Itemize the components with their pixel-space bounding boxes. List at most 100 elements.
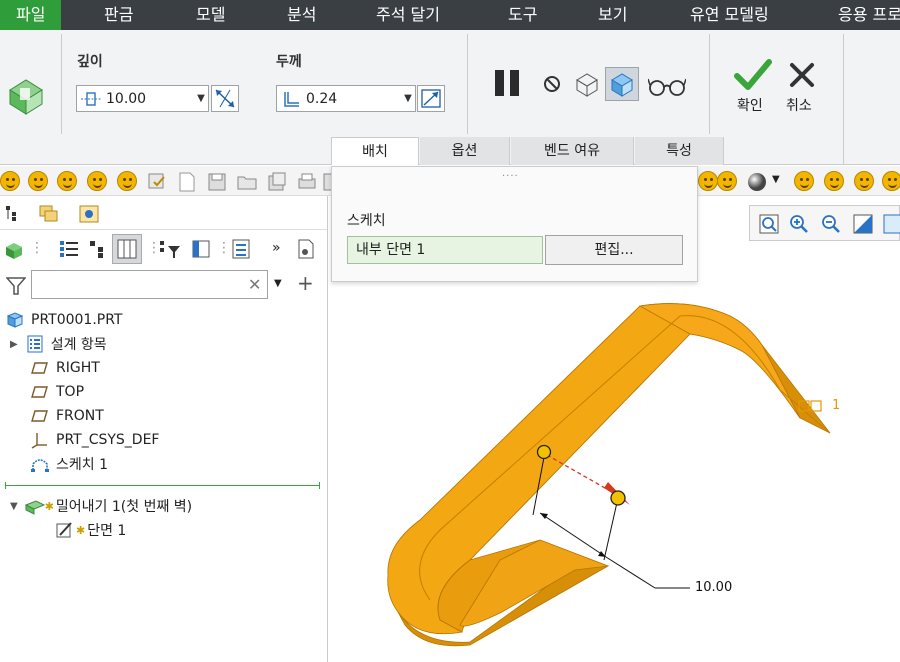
smiley-icon[interactable] (882, 171, 900, 191)
separator-grip: ⋮ (217, 240, 231, 256)
tree-item-part[interactable]: PRT0001.PRT (6, 309, 123, 331)
tree-item-right[interactable]: RIGHT (31, 357, 100, 379)
smiley-icon[interactable] (698, 171, 718, 191)
part-cube-icon[interactable] (4, 240, 24, 260)
add-filter-icon[interactable]: + (297, 271, 314, 295)
smiley-icon[interactable] (717, 171, 737, 191)
menu-flexible-modeling[interactable]: 유연 모델링 (690, 0, 769, 30)
menu-view[interactable]: 보기 (598, 0, 627, 30)
chevron-down-icon[interactable]: ▼ (274, 278, 282, 289)
thickness-label: 두께 (276, 54, 302, 70)
tree-expand-icon[interactable] (88, 238, 106, 260)
smiley-icon[interactable] (854, 171, 874, 191)
tree-item-label: PRT_CSYS_DEF (56, 432, 160, 448)
show-button[interactable] (112, 234, 142, 264)
verify-mode-button[interactable] (605, 67, 639, 101)
tree-list-icon[interactable] (58, 238, 80, 260)
overflow-chevron-icon[interactable]: » (272, 240, 281, 256)
depth-drag-handle[interactable] (610, 490, 626, 506)
thickness-combo[interactable]: 0.24 ▼ (276, 85, 416, 112)
panel-grip[interactable]: ···· (502, 171, 519, 182)
chevron-down-icon[interactable]: ▼ (772, 174, 780, 185)
tree-item-top[interactable]: TOP (31, 381, 84, 403)
drag-handle[interactable] (536, 444, 552, 460)
menu-applications[interactable]: 응용 프로 (838, 0, 900, 30)
menu-model[interactable]: 모델 (196, 0, 225, 30)
tree-item-extrude[interactable]: ▼ ✱ 밀어내기 1(첫 번째 벽) (10, 495, 192, 517)
menu-sheetmetal[interactable]: 판금 (104, 0, 133, 30)
depth-combo[interactable]: 10.00 ▼ (76, 85, 209, 112)
zoom-in-icon[interactable] (788, 213, 810, 235)
smiley-icon[interactable] (794, 171, 814, 191)
tree-item-section[interactable]: ✱ 단면 1 (55, 519, 126, 541)
ok-button-label[interactable]: 확인 (737, 95, 763, 115)
document-settings-icon[interactable] (296, 238, 316, 260)
tree-item-design-items[interactable]: ▶ 설계 항목 (10, 333, 107, 355)
tab-placement[interactable]: 배치 (331, 137, 419, 165)
filter-icon[interactable] (6, 276, 26, 296)
glasses-preview-icon[interactable] (648, 75, 686, 97)
tree-item-label: 단면 1 (87, 523, 127, 539)
save-icon[interactable] (206, 171, 228, 193)
expand-arrow-icon[interactable]: ▶ (10, 339, 18, 350)
tree-item-label: 설계 항목 (50, 337, 107, 353)
section-icon (56, 522, 72, 538)
model-tree-tab-icon[interactable] (4, 204, 22, 222)
layer-tab-icon[interactable] (38, 204, 60, 224)
no-preview-icon[interactable] (541, 73, 563, 95)
chevron-down-icon[interactable]: ▼ (194, 93, 208, 104)
tree-columns-icon[interactable] (190, 238, 212, 260)
print-icon[interactable] (296, 171, 318, 193)
smiley-icon[interactable] (57, 171, 77, 191)
cancel-button-label[interactable]: 취소 (786, 95, 812, 115)
tab-bend-allowance[interactable]: 벤드 여유 (511, 137, 634, 165)
design-items-icon (27, 335, 43, 353)
menu-annotate[interactable]: 주석 달기 (376, 0, 440, 30)
edit-sketch-button[interactable]: 편집... (545, 235, 683, 265)
smiley-icon[interactable] (824, 171, 844, 191)
show-columns-icon (117, 239, 137, 259)
thickness-value[interactable]: 0.24 (302, 91, 401, 107)
smiley-icon[interactable] (117, 171, 137, 191)
depth-value[interactable]: 10.00 (102, 91, 194, 107)
clear-icon[interactable]: ✕ (248, 275, 261, 294)
flip-thickness-button[interactable] (417, 85, 445, 112)
repaint-icon[interactable] (852, 213, 874, 235)
smiley-icon[interactable] (87, 171, 107, 191)
save-copy-icon[interactable] (266, 171, 288, 193)
refit-icon[interactable] (758, 213, 780, 235)
regenerate-icon[interactable] (146, 171, 168, 193)
menu-analysis[interactable]: 분석 (287, 0, 316, 30)
smiley-icon[interactable] (28, 171, 48, 191)
tree-search-input[interactable] (31, 270, 268, 299)
flip-thickness-icon (421, 89, 441, 108)
tree-item-front[interactable]: FRONT (31, 405, 104, 427)
tree-filter-icon[interactable] (158, 238, 182, 260)
chevron-down-icon[interactable]: ▼ (401, 93, 415, 104)
open-folder-icon[interactable] (236, 171, 258, 193)
pause-icon[interactable] (492, 68, 524, 98)
checkmark-icon[interactable] (734, 58, 772, 92)
tree-item-csys[interactable]: PRT_CSYS_DEF (31, 429, 159, 451)
close-icon[interactable] (788, 61, 816, 89)
insert-indicator[interactable] (5, 482, 320, 489)
depth-dimension-label[interactable]: 10.00 (695, 580, 732, 595)
sketch-collector[interactable]: 내부 단면 1 (347, 236, 543, 264)
flip-depth-button[interactable] (211, 85, 239, 112)
tab-options[interactable]: 옵션 (420, 137, 510, 165)
zoom-out-icon[interactable] (820, 213, 842, 235)
smiley-icon[interactable] (0, 171, 20, 191)
tree-item-label: PRT0001.PRT (31, 312, 123, 328)
menu-tools[interactable]: 도구 (508, 0, 537, 30)
display-style-icon[interactable] (746, 171, 768, 193)
flip-direction-icon (215, 89, 235, 108)
collapse-arrow-icon[interactable]: ▼ (10, 501, 18, 512)
saved-views-icon[interactable] (882, 213, 900, 235)
new-file-icon[interactable] (176, 171, 198, 193)
favorites-tab-icon[interactable] (78, 204, 100, 224)
settings-list-icon[interactable] (230, 238, 252, 260)
tab-properties[interactable]: 특성 (635, 137, 724, 165)
preview-geometry-icon[interactable] (573, 70, 601, 98)
tree-item-sketch[interactable]: 스케치 1 (31, 453, 108, 475)
menu-file[interactable]: 파일 (0, 0, 62, 30)
